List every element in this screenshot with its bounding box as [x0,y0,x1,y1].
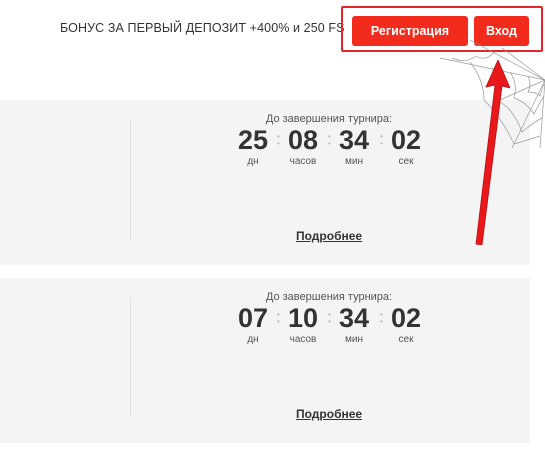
tournament-card: До завершения турнира: 07 дн • • 10 часов… [0,278,530,443]
seconds-value: 02 [390,303,422,333]
days-value: 25 [237,125,269,155]
minutes-value: 34 [338,303,370,333]
bonus-banner-text: БОНУС ЗА ПЕРВЫЙ ДЕПОЗИТ +400% и 250 FS [60,21,345,35]
card-divider [130,298,131,418]
seconds-value: 02 [390,125,422,155]
hours-label: часов [289,156,317,167]
more-link[interactable]: Подробнее [296,229,362,243]
timer-minutes: 34 мин [331,302,377,346]
timer-minutes: 34 мин [331,124,377,168]
seconds-label: сек [398,334,414,345]
card-divider [130,120,131,240]
hours-label: часов [289,334,317,345]
minutes-value: 34 [338,125,370,155]
hours-value: 10 [287,303,319,333]
days-label: дн [247,156,259,167]
countdown-timer: 07 дн • • 10 часов • • 34 мин • • 02 сек [230,302,430,352]
timer-days: 25 дн [230,124,276,168]
red-arrow-icon [475,60,510,245]
timer-seconds: 02 сек [383,302,429,346]
seconds-label: сек [398,156,414,167]
timer-days: 07 дн [230,302,276,346]
countdown-timer: 25 дн • • 08 часов • • 34 мин • • 02 сек [230,124,430,174]
days-label: дн [247,334,259,345]
more-link[interactable]: Подробнее [296,407,362,421]
timer-hours: 10 часов [280,302,326,346]
minutes-label: мин [345,334,363,345]
days-value: 07 [237,303,269,333]
hours-value: 08 [287,125,319,155]
minutes-label: мин [345,156,363,167]
timer-seconds: 02 сек [383,124,429,168]
timer-hours: 08 часов [280,124,326,168]
